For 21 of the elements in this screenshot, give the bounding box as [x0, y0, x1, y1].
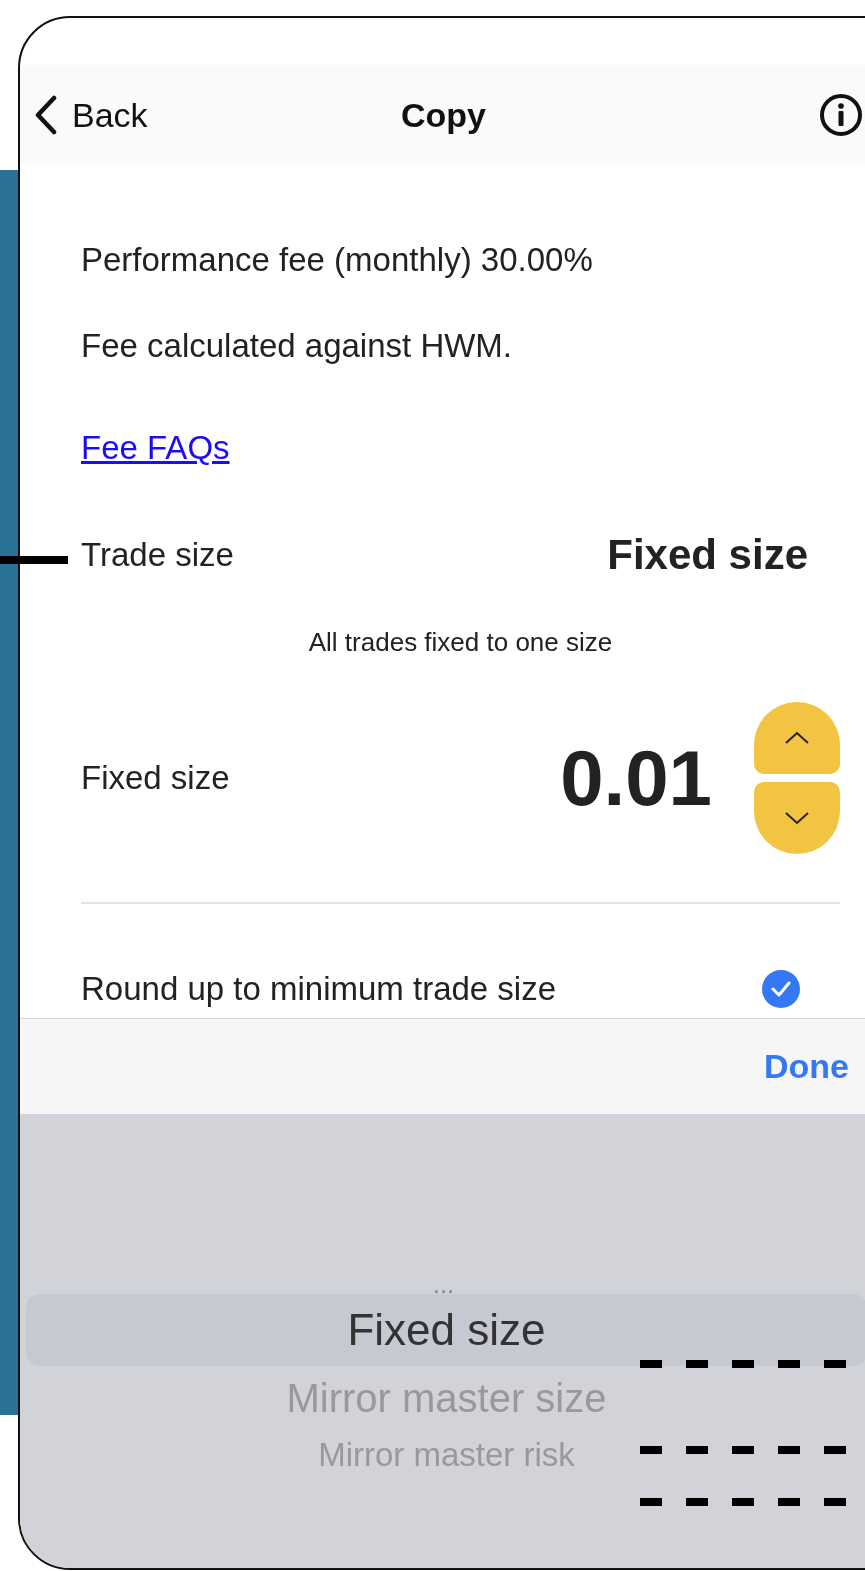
- chevron-up-icon: [784, 731, 810, 745]
- fixed-size-label: Fixed size: [81, 759, 230, 797]
- info-icon: [819, 93, 863, 137]
- picker-option[interactable]: Fixed size: [26, 1294, 865, 1366]
- info-button[interactable]: [819, 93, 863, 137]
- fee-faqs-link[interactable]: Fee FAQs: [81, 429, 230, 467]
- trade-size-label: Trade size: [81, 536, 234, 574]
- fixed-size-value: 0.01: [560, 732, 712, 824]
- screen-title: Copy: [401, 95, 486, 134]
- trade-size-hint: All trades fixed to one size: [308, 627, 613, 657]
- checkbox[interactable]: [762, 970, 800, 1008]
- chevron-down-icon: [784, 811, 810, 825]
- chevron-left-icon: [34, 95, 58, 135]
- fee-text: Fee calculated against HWM.: [81, 327, 513, 365]
- trade-size-value[interactable]: Fixed size: [607, 531, 808, 579]
- fee-text: Performance fee (monthly) 30.00%: [81, 241, 594, 279]
- more-indicator: ...: [432, 1274, 455, 1294]
- round-up-label: Round up to minimum trade size: [81, 970, 557, 1008]
- back-button[interactable]: Back: [20, 95, 148, 135]
- done-button[interactable]: Done: [758, 1046, 855, 1087]
- checkmark-icon: [771, 981, 791, 997]
